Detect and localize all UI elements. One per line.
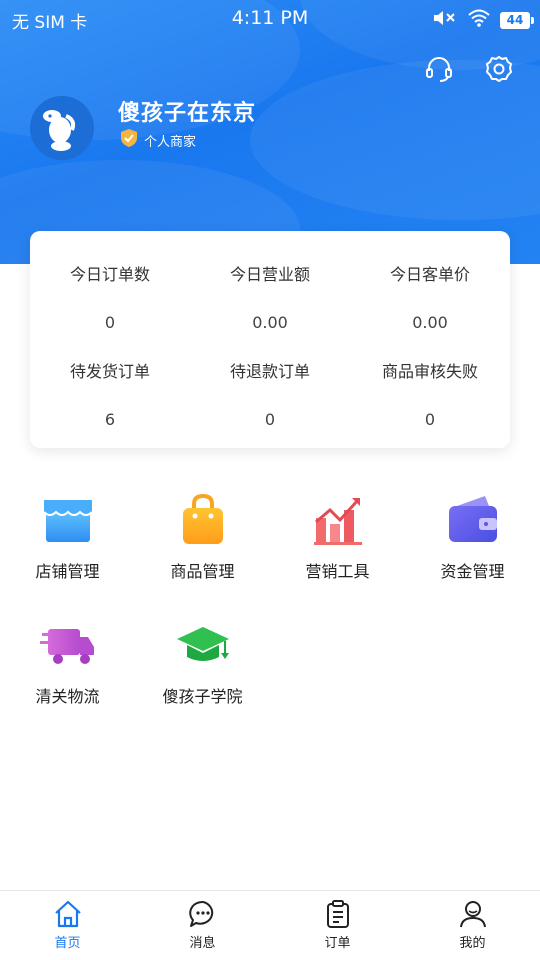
menu-label: 店铺管理	[35, 562, 100, 581]
tab-profile[interactable]: 我的	[405, 891, 540, 960]
user-icon	[459, 901, 486, 928]
stat-pending-refund[interactable]: 待退款订单 0	[190, 358, 350, 429]
menu-store-management[interactable]: 店铺管理	[0, 492, 135, 582]
tab-label: 首页	[54, 936, 81, 951]
menu-customs-logistics[interactable]: 清关物流	[0, 617, 135, 707]
wifi-icon	[468, 9, 490, 32]
graduation-cap-icon	[176, 627, 229, 661]
stats-card: 今日订单数 0 今日营业额 0.00 今日客单价 0.00 待发货订单 6 待退…	[30, 231, 510, 448]
menu-product-management[interactable]: 商品管理	[135, 492, 270, 582]
tab-home[interactable]: 首页	[0, 891, 135, 960]
wallet-icon	[448, 496, 497, 542]
tab-messages[interactable]: 消息	[135, 891, 270, 960]
menu-label: 资金管理	[440, 562, 505, 581]
menu-fund-management[interactable]: 资金管理	[405, 492, 540, 582]
menu-label: 营销工具	[305, 562, 370, 581]
home-icon	[54, 900, 81, 928]
menu-label: 商品管理	[170, 562, 235, 581]
tab-label: 订单	[324, 936, 351, 951]
chat-icon	[188, 900, 213, 927]
stat-value: 6	[104, 410, 116, 429]
stat-label: 今日订单数	[69, 265, 150, 284]
stat-value: 0	[264, 410, 276, 429]
stat-value: 0.00	[412, 313, 448, 332]
stat-today-revenue[interactable]: 今日营业额 0.00	[190, 261, 350, 332]
stat-label: 待退款订单	[229, 362, 310, 381]
bottom-tab-bar: 首页 消息 订单 我的	[0, 890, 540, 960]
mute-icon	[432, 8, 458, 33]
settings-gear-icon[interactable]	[484, 54, 514, 84]
stat-value: 0	[104, 313, 116, 332]
truck-icon	[39, 629, 94, 664]
marketing-chart-icon	[313, 498, 362, 545]
menu-label: 傻孩子学院	[162, 687, 243, 706]
store-icon	[42, 500, 93, 542]
stat-review-failed[interactable]: 商品审核失败 0	[350, 358, 510, 429]
shield-check-icon	[120, 128, 138, 152]
stat-label: 今日营业额	[229, 265, 310, 284]
merchant-badge: 个人商家	[120, 128, 196, 152]
stat-avg-order-value[interactable]: 今日客单价 0.00	[350, 261, 510, 332]
customer-service-icon[interactable]	[424, 54, 454, 84]
tab-label: 消息	[189, 936, 216, 951]
menu-label: 清关物流	[35, 687, 100, 706]
tab-orders[interactable]: 订单	[270, 891, 405, 960]
merchant-type-label: 个人商家	[144, 134, 197, 150]
stat-pending-shipment[interactable]: 待发货订单 6	[30, 358, 190, 429]
status-bar: 无 SIM 卡 4:11 PM 44	[0, 0, 540, 40]
stat-today-orders[interactable]: 今日订单数 0	[30, 261, 190, 332]
stat-value: 0	[424, 410, 436, 429]
stat-label: 待发货订单	[69, 362, 150, 381]
menu-academy[interactable]: 傻孩子学院	[135, 617, 270, 707]
stat-label: 商品审核失败	[381, 362, 478, 381]
store-name: 傻孩子在东京	[118, 101, 257, 126]
shopping-bag-icon	[182, 493, 223, 544]
bunny-logo-icon	[30, 96, 94, 160]
battery-indicator: 44	[500, 12, 534, 29]
tab-label: 我的	[459, 936, 486, 951]
clipboard-icon	[326, 900, 349, 928]
avatar[interactable]	[30, 96, 94, 160]
stat-value: 0.00	[252, 313, 288, 332]
stat-label: 今日客单价	[389, 265, 470, 284]
menu-marketing-tools[interactable]: 营销工具	[270, 492, 405, 582]
